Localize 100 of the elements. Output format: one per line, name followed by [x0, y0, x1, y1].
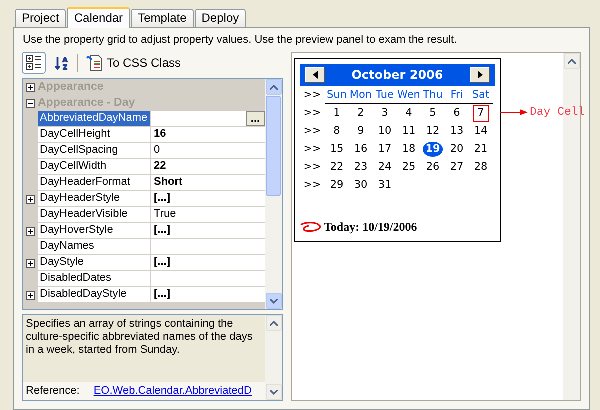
categorized-list-icon [26, 55, 42, 71]
sort-alphabetical-icon [54, 56, 69, 70]
right-triangle-icon [478, 71, 482, 79]
annotation-label: Day Cell [530, 106, 586, 119]
reference-label: Reference: [26, 385, 80, 397]
day-cell[interactable]: 26 [424, 160, 442, 174]
day-cell[interactable]: 11 [400, 124, 418, 138]
day-cell[interactable]: 7 [472, 104, 490, 122]
expand-icon[interactable] [26, 226, 35, 236]
property-value[interactable]: 16 [151, 127, 265, 143]
property-name[interactable]: AbbreviatedDayName [38, 111, 151, 127]
property-name[interactable]: DayHeaderStyle [38, 191, 151, 207]
property-name[interactable]: DayCellHeight [38, 127, 151, 143]
left-triangle-icon [312, 71, 318, 79]
day-header: Wen [397, 86, 421, 104]
day-header: Mon [349, 86, 373, 104]
day-cell[interactable]: 20 [448, 142, 466, 156]
day-header: Sun [325, 86, 349, 104]
property-name[interactable]: DisabledDates [38, 271, 151, 287]
day-cell[interactable]: 9 [356, 124, 366, 138]
day-cell[interactable]: 13 [448, 124, 466, 138]
tab[interactable]: Template [131, 9, 194, 27]
day-cell[interactable]: 1 [332, 106, 342, 120]
property-value[interactable]: 22 [151, 159, 265, 175]
day-cell[interactable]: 5 [428, 106, 438, 120]
select-week-link[interactable]: >> [304, 143, 322, 155]
day-cell[interactable]: 10 [376, 124, 394, 138]
day-cell[interactable]: 4 [404, 106, 414, 120]
day-cell[interactable]: 25 [400, 160, 418, 174]
day-cell[interactable]: 30 [352, 178, 370, 192]
select-week-link[interactable]: >> [304, 179, 322, 191]
day-cell[interactable]: 24 [376, 160, 394, 174]
property-name[interactable]: DayNames [38, 239, 151, 255]
day-cell[interactable]: 12 [424, 124, 442, 138]
property-name[interactable]: DayStyle [38, 255, 151, 271]
property-value[interactable]: True [151, 207, 265, 223]
select-week-link[interactable]: >> [304, 107, 322, 119]
scroll-up-button[interactable] [564, 53, 580, 69]
day-cell[interactable]: 3 [380, 106, 390, 120]
property-value[interactable]: Short [151, 175, 265, 191]
day-cell[interactable]: 23 [352, 160, 370, 174]
property-value[interactable]: [...] [151, 255, 265, 271]
document-arrow-icon [86, 54, 103, 72]
select-week-link[interactable]: >> [304, 125, 322, 137]
day-header: Fri [445, 86, 469, 104]
arrow-icon [500, 109, 528, 116]
day-cell[interactable]: 8 [332, 124, 342, 138]
day-cell[interactable]: 27 [448, 160, 466, 174]
expand-icon[interactable] [26, 258, 35, 268]
day-cell[interactable]: 19 [422, 142, 444, 156]
expand-icon[interactable] [26, 194, 35, 204]
day-cell[interactable]: 2 [356, 106, 366, 120]
tab[interactable]: Calendar [67, 7, 130, 28]
day-cell[interactable]: 29 [328, 178, 346, 192]
day-cell[interactable]: 14 [472, 124, 490, 138]
circle-scribble-icon [300, 222, 322, 233]
property-value[interactable]: [...] [151, 191, 265, 207]
select-week-link[interactable]: >> [304, 161, 322, 173]
day-cell[interactable]: 6 [452, 106, 462, 120]
description-text: Specifies an array of strings containing the culture-specific abbreviated names of the days in a week, started from Sunday. [25, 317, 254, 358]
day-cell[interactable]: 28 [472, 160, 490, 174]
calendar-title: October 2006 [352, 68, 444, 82]
property-value[interactable]: 0 [151, 143, 265, 159]
tab[interactable]: Deploy [194, 9, 246, 27]
property-name[interactable]: DayCellWidth [38, 159, 151, 175]
day-header: Sat [469, 86, 493, 104]
scrollbar[interactable] [265, 79, 282, 309]
property-name[interactable]: DisabledDayStyle [38, 287, 151, 303]
scroll-up-button[interactable] [266, 79, 282, 95]
property-name[interactable]: DayHeaderFormat [38, 175, 151, 191]
property-value[interactable]: ... [151, 111, 265, 127]
property-name[interactable]: DayHeaderVisible [38, 207, 151, 223]
scroll-down-button[interactable] [266, 293, 282, 309]
next-month-button[interactable] [470, 67, 490, 83]
day-cell[interactable]: 31 [376, 178, 394, 192]
categorized-button[interactable] [22, 52, 46, 74]
instruction-text: Use the property grid to adjust property values. Use the preview panel to exam the result. [22, 34, 458, 46]
scroll-thumb[interactable] [266, 96, 280, 196]
day-cell[interactable]: 18 [400, 142, 418, 156]
reference-link[interactable]: EO.Web.Calendar.AbbreviatedD [94, 385, 252, 397]
day-cell[interactable]: 16 [352, 142, 370, 156]
day-cell[interactable]: 17 [376, 142, 394, 156]
ellipsis-button[interactable]: ... [246, 111, 265, 126]
select-week-link[interactable]: >> [304, 89, 322, 101]
day-cell[interactable]: 22 [328, 160, 346, 174]
property-name[interactable]: DayCellSpacing [38, 143, 151, 159]
expand-icon[interactable] [26, 290, 35, 300]
day-header: Thu [421, 86, 445, 104]
property-value[interactable]: [...] [151, 287, 265, 303]
day-cell[interactable]: 21 [472, 142, 490, 156]
expand-icon[interactable] [26, 82, 35, 92]
to-css-class-button[interactable]: To CSS Class [82, 52, 186, 74]
tab[interactable]: Project [15, 9, 66, 27]
property-value[interactable]: [...] [151, 223, 265, 239]
collapse-icon[interactable] [26, 98, 35, 108]
scroll-up-button[interactable] [266, 315, 282, 331]
previous-month-button[interactable] [305, 67, 325, 83]
property-name[interactable]: DayHoverStyle [38, 223, 151, 239]
scroll-down-button[interactable] [266, 384, 282, 400]
day-cell[interactable]: 15 [328, 142, 346, 156]
